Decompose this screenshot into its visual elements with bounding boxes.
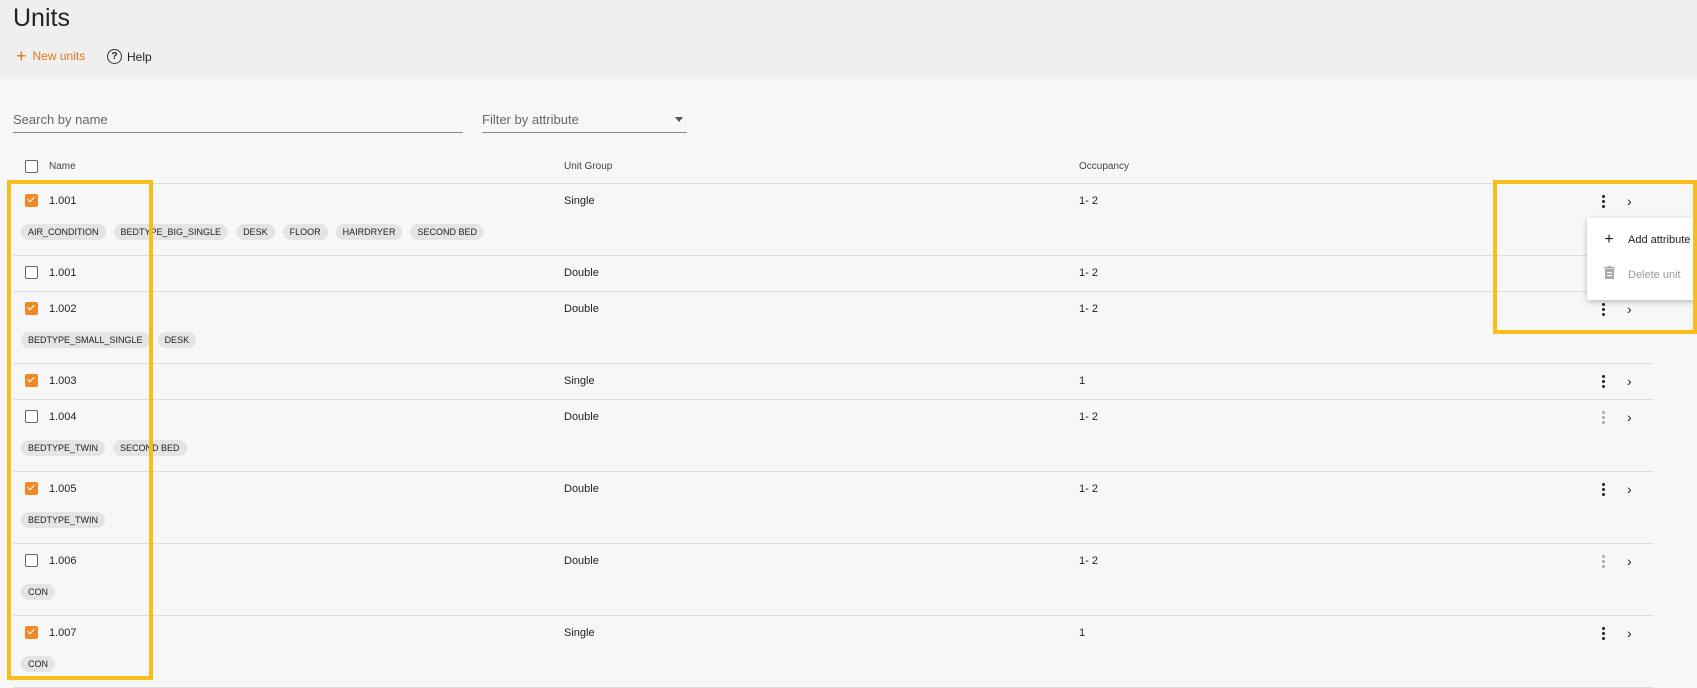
- new-units-button[interactable]: + New units: [16, 46, 86, 66]
- page-title: Units: [13, 4, 70, 32]
- caret-down-icon: [675, 116, 683, 122]
- checkbox-column-highlight: [7, 180, 153, 680]
- unit-occupancy: 1: [1079, 627, 1086, 639]
- help-button[interactable]: ? Help: [107, 49, 152, 64]
- table-row[interactable]: 1.002 Double 1- 2 › BEDTYPE_SMALL_SINGLE DESK: [13, 292, 1653, 364]
- unit-group: Double: [564, 411, 599, 423]
- plus-icon: +: [16, 46, 27, 66]
- table-row[interactable]: 1.001Double1- 2›: [13, 256, 1653, 292]
- attribute-tag: DESK: [236, 224, 275, 240]
- unit-group: Double: [564, 483, 599, 495]
- attribute-filter-select[interactable]: Filter by attribute: [482, 106, 687, 133]
- page-header: Units + New units ? Help: [0, 0, 1697, 79]
- new-units-label: New units: [32, 49, 86, 63]
- unit-occupancy: 1- 2: [1079, 267, 1098, 279]
- unit-group: Single: [564, 195, 595, 207]
- column-header-occupancy: Occupancy: [1079, 161, 1130, 172]
- unit-group: Double: [564, 303, 599, 315]
- unit-occupancy: 1- 2: [1079, 555, 1098, 567]
- chevron-right-icon[interactable]: ›: [1627, 554, 1632, 568]
- unit-group: Single: [564, 627, 595, 639]
- search-input[interactable]: [13, 106, 463, 133]
- column-header-unit-group: Unit Group: [564, 161, 613, 172]
- unit-occupancy: 1- 2: [1079, 483, 1098, 495]
- unit-occupancy: 1: [1079, 375, 1086, 387]
- attribute-tag: FLOOR: [282, 224, 328, 240]
- kebab-icon[interactable]: [1598, 411, 1608, 425]
- chevron-right-icon[interactable]: ›: [1627, 482, 1632, 496]
- unit-group: Double: [564, 267, 599, 279]
- table-row[interactable]: 1.007 Single 1 › CON: [13, 616, 1653, 688]
- attribute-tag: DESK: [157, 332, 197, 348]
- kebab-icon[interactable]: [1598, 627, 1608, 641]
- unit-occupancy: 1- 2: [1079, 411, 1098, 423]
- actions-menu-highlight: [1493, 180, 1697, 334]
- unit-occupancy: 1- 2: [1079, 195, 1098, 207]
- attribute-filter-label: Filter by attribute: [482, 111, 579, 127]
- help-label: Help: [127, 49, 152, 64]
- chevron-right-icon[interactable]: ›: [1627, 374, 1632, 388]
- kebab-icon[interactable]: [1598, 555, 1608, 569]
- table-row[interactable]: 1.001 Single 1- 2 › AIR_CONDITION BEDTYPE_BIG…: [13, 184, 1653, 256]
- table-row[interactable]: 1.003 Single 1 ›: [13, 364, 1653, 400]
- table-row[interactable]: 1.005 Double 1- 2 › BEDTYPE_TWIN: [13, 472, 1653, 544]
- table-row[interactable]: 1.004 Double 1- 2 › BEDTYPE_TWIN SECOND BED: [13, 400, 1653, 472]
- unit-group: Single: [564, 375, 595, 387]
- kebab-icon[interactable]: [1598, 375, 1608, 389]
- chevron-right-icon[interactable]: ›: [1627, 626, 1632, 640]
- help-icon: ?: [107, 49, 122, 64]
- unit-group: Double: [564, 555, 599, 567]
- table-row[interactable]: 1.006 Double 1- 2 › CON: [13, 544, 1653, 616]
- select-all-checkbox[interactable]: [25, 160, 38, 173]
- chevron-right-icon[interactable]: ›: [1627, 410, 1632, 424]
- attribute-tag: HAIRDRYER: [335, 224, 403, 240]
- kebab-icon[interactable]: [1598, 483, 1608, 497]
- column-header-name: Name: [49, 161, 76, 172]
- attribute-tag: SECOND BED: [410, 224, 484, 240]
- unit-occupancy: 1- 2: [1079, 303, 1098, 315]
